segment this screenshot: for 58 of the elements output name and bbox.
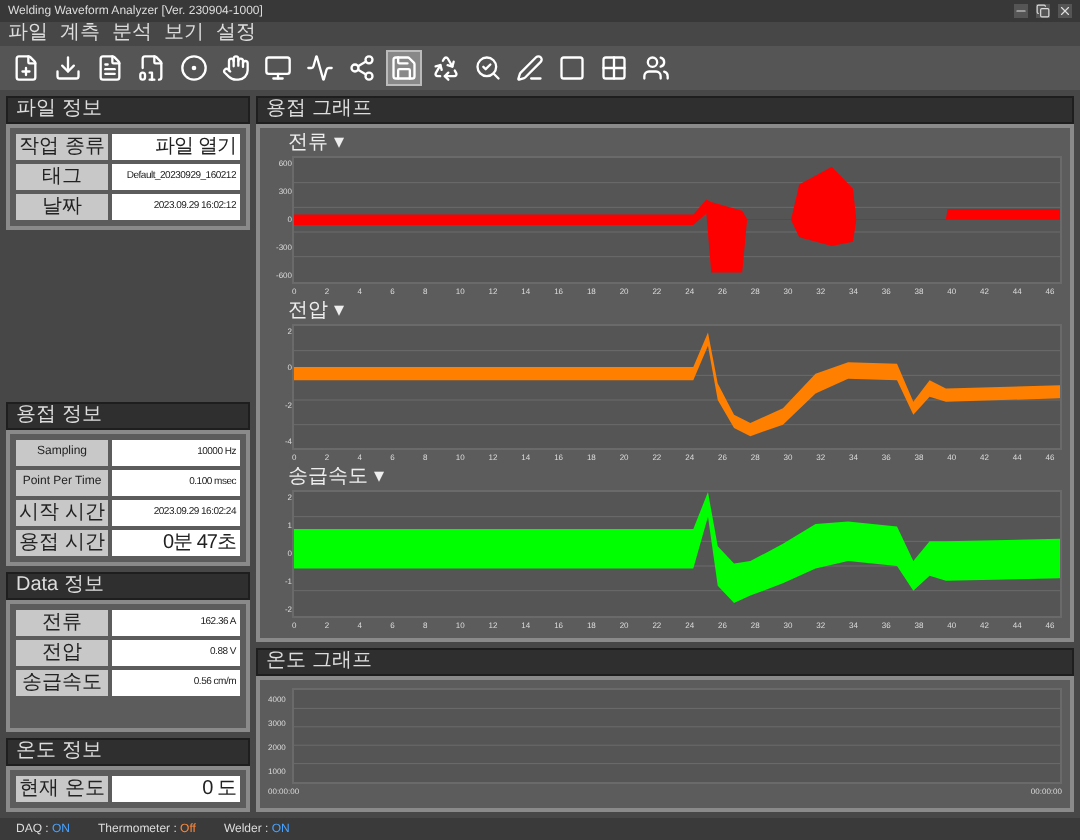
hand-icon <box>222 54 250 82</box>
menu-item[interactable]: 파일 <box>8 24 48 44</box>
toolbar-button[interactable] <box>596 50 632 86</box>
users-icon <box>642 54 670 82</box>
field-label: 태그 <box>16 164 108 190</box>
field-value: 파일 열기 <box>112 134 240 160</box>
chart-title[interactable]: 송급속도 ▾ <box>288 466 1062 491</box>
field-label: 송급속도 <box>16 670 108 696</box>
square-icon <box>558 54 586 82</box>
pen-icon <box>516 54 544 82</box>
toolbar-button[interactable] <box>386 50 422 86</box>
document-icon <box>96 54 124 82</box>
toolbar-button[interactable] <box>50 50 86 86</box>
file-plus-icon <box>12 54 40 82</box>
panel-header: 파일 정보 <box>6 96 250 124</box>
menu-item[interactable]: 계측 <box>60 24 100 44</box>
minimize-icon[interactable] <box>1014 4 1028 18</box>
toolbar-button[interactable] <box>428 50 464 86</box>
field-label: 작업 종류 <box>16 134 108 160</box>
toolbar-button[interactable] <box>344 50 380 86</box>
toolbar-button[interactable] <box>512 50 548 86</box>
field-label: 전류 <box>16 610 108 636</box>
circle-icon <box>180 54 208 82</box>
menu-item[interactable]: 분석 <box>112 24 152 44</box>
toolbar-button[interactable] <box>638 50 674 86</box>
field-label: 날짜 <box>16 194 108 220</box>
monitor-icon <box>264 54 292 82</box>
chart-title[interactable]: 전압 ▾ <box>288 299 1062 324</box>
download-icon <box>54 54 82 82</box>
menu-item[interactable]: 설정 <box>216 24 256 44</box>
waveform-icon <box>306 54 334 82</box>
chart-title[interactable]: 전류 ▾ <box>288 132 1062 156</box>
field-label: 현재 온도 <box>16 776 108 802</box>
toolbar-button[interactable] <box>554 50 590 86</box>
field-label: 전압 <box>16 640 108 666</box>
panel-header: 온도 정보 <box>6 738 250 766</box>
file-digit-icon <box>138 54 166 82</box>
field-value: 0 도 <box>112 776 240 802</box>
recycle-icon <box>432 54 460 82</box>
field-value: 0분 47초 <box>112 530 240 556</box>
toolbar-button[interactable] <box>218 50 254 86</box>
toolbar-button[interactable] <box>302 50 338 86</box>
restore-icon[interactable] <box>1036 4 1050 18</box>
toolbar-button[interactable] <box>470 50 506 86</box>
toolbar-button[interactable] <box>260 50 296 86</box>
grid-icon <box>600 54 628 82</box>
panel-header: 용접 정보 <box>6 402 250 430</box>
panel-header: Data 정보 <box>6 572 250 600</box>
field-label: 용접 시간 <box>16 530 108 556</box>
panel-header: 용접 그래프 <box>256 96 1074 124</box>
share-icon <box>348 54 376 82</box>
save-icon <box>390 54 418 82</box>
field-label: 시작 시간 <box>16 500 108 526</box>
panel-header: 온도 그래프 <box>256 648 1074 676</box>
menu-item[interactable]: 보기 <box>164 24 204 44</box>
toolbar-button[interactable] <box>176 50 212 86</box>
zoom-icon <box>474 54 502 82</box>
close-icon[interactable] <box>1058 4 1072 18</box>
